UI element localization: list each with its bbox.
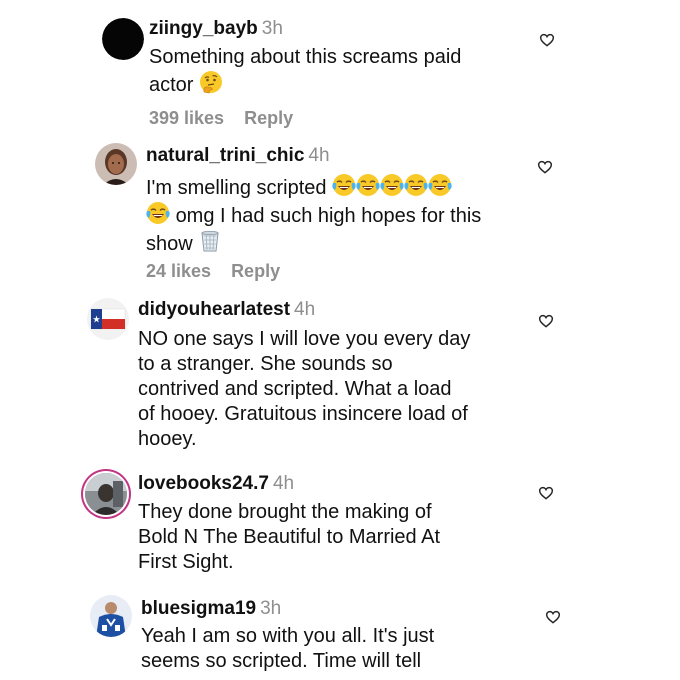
avatar[interactable] bbox=[87, 298, 129, 340]
likes-count[interactable]: 24 likes bbox=[146, 261, 211, 281]
heart-outline-icon[interactable] bbox=[545, 609, 561, 625]
comment-line: seems so scripted. Time will tell bbox=[141, 650, 422, 672]
comment-line: contrived and scripted. What a load bbox=[138, 378, 452, 400]
username[interactable]: ziingy_bayb bbox=[149, 18, 258, 39]
comment-header: bluesigma19 3h bbox=[141, 597, 281, 621]
comment-line: NO one says I will love you every day bbox=[138, 328, 471, 350]
comment-line: Yeah I am so with you all. It's just bbox=[141, 625, 435, 647]
thinking-face-emoji bbox=[199, 70, 223, 94]
username[interactable]: didyouhearlatest bbox=[138, 299, 290, 320]
comment-text: I'm smelling scripted omg I had such hig… bbox=[146, 173, 481, 257]
comment-line: actor bbox=[149, 74, 194, 96]
username[interactable]: bluesigma19 bbox=[141, 598, 256, 619]
comment-text: Yeah I am so with you all. It's just see… bbox=[141, 624, 434, 674]
comment-line: to a stranger. She sounds so bbox=[138, 353, 393, 375]
comment-line: First Sight. bbox=[138, 551, 234, 573]
comment-line: omg I had such high hopes for this bbox=[175, 205, 482, 227]
comment-text: NO one says I will love you every day to… bbox=[138, 327, 470, 452]
face-with-tears-of-joy-emoji bbox=[428, 173, 452, 197]
comment-text: They done brought the making of Bold N T… bbox=[138, 500, 440, 575]
face-with-tears-of-joy-emoji bbox=[356, 173, 380, 197]
comment-line: hooey. bbox=[138, 428, 197, 450]
heart-outline-icon[interactable] bbox=[538, 485, 554, 501]
likes-count[interactable]: 399 likes bbox=[149, 108, 224, 128]
timestamp: 3h bbox=[260, 598, 282, 619]
comment-line: They done brought the making of bbox=[138, 501, 432, 523]
comment-actions: 399 likes Reply bbox=[149, 107, 293, 129]
comment-actions: 24 likes Reply bbox=[146, 260, 280, 282]
heart-outline-icon[interactable] bbox=[539, 32, 555, 48]
comment-line: Bold N The Beautiful to Married At bbox=[138, 526, 441, 548]
username[interactable]: natural_trini_chic bbox=[146, 145, 304, 166]
comment-line: I'm smelling scripted bbox=[146, 177, 327, 199]
timestamp: 4h bbox=[294, 299, 316, 320]
heart-outline-icon[interactable] bbox=[537, 159, 553, 175]
avatar[interactable] bbox=[95, 143, 137, 185]
comment-header: didyouhearlatest 4h bbox=[138, 298, 315, 322]
timestamp: 4h bbox=[308, 145, 330, 166]
face-with-tears-of-joy-emoji bbox=[404, 173, 428, 197]
comment-line: show bbox=[146, 233, 193, 255]
reply-button[interactable]: Reply bbox=[244, 108, 293, 128]
comment-header: natural_trini_chic 4h bbox=[146, 144, 330, 168]
comment-header: lovebooks24.7 4h bbox=[138, 472, 294, 496]
comment-text: Something about this screams paid actor bbox=[149, 45, 461, 98]
comment-line: of hooey. Gratuitous insincere load of bbox=[138, 403, 468, 425]
heart-outline-icon[interactable] bbox=[538, 313, 554, 329]
reply-button[interactable]: Reply bbox=[231, 261, 280, 281]
face-with-tears-of-joy-emoji bbox=[146, 201, 170, 225]
wastebasket-emoji bbox=[198, 229, 222, 253]
comment-line: Something about this screams paid bbox=[149, 46, 462, 68]
username[interactable]: lovebooks24.7 bbox=[138, 473, 269, 494]
timestamp: 3h bbox=[261, 18, 283, 39]
comment-header: ziingy_bayb 3h bbox=[149, 17, 283, 41]
avatar[interactable] bbox=[85, 473, 127, 515]
avatar[interactable] bbox=[102, 18, 144, 60]
timestamp: 4h bbox=[272, 473, 295, 494]
face-with-tears-of-joy-emoji bbox=[332, 173, 356, 197]
avatar[interactable] bbox=[90, 595, 132, 637]
face-with-tears-of-joy-emoji bbox=[380, 173, 404, 197]
